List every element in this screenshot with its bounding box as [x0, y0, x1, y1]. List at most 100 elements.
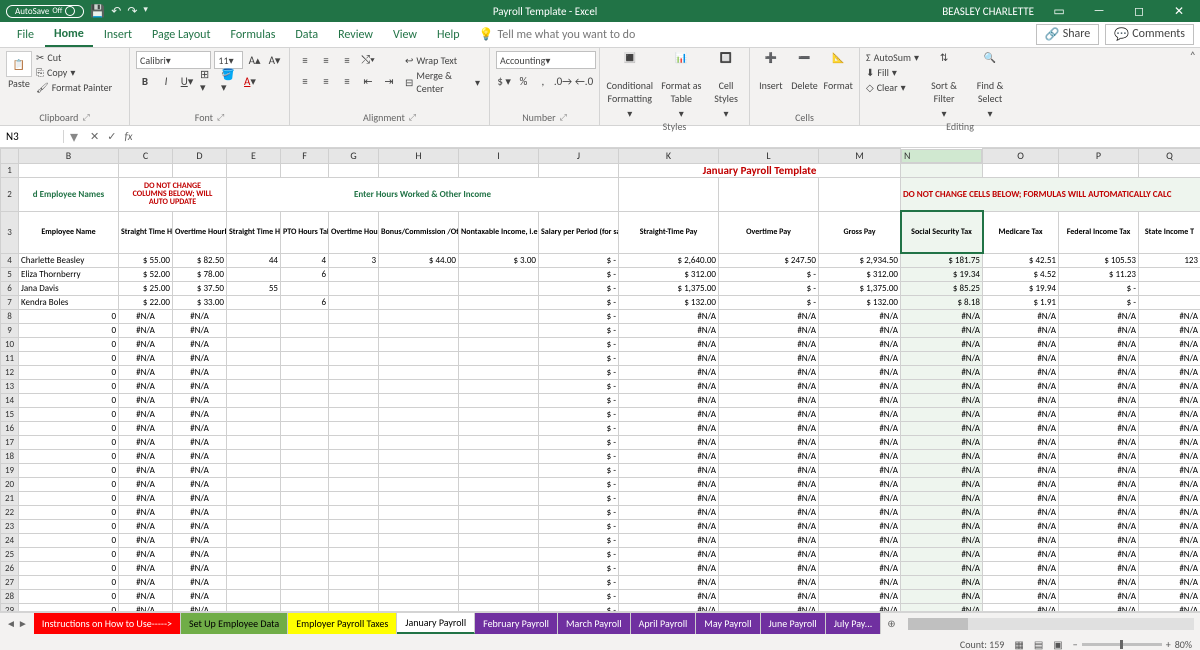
- user-name[interactable]: BEASLEY CHARLETTE: [942, 5, 1034, 18]
- sheet-nav-prev-icon[interactable]: ◄: [6, 617, 16, 630]
- align-bottom-icon[interactable]: ≡: [338, 51, 356, 69]
- conditional-formatting-button[interactable]: 🔳Conditional Formatting▾: [606, 51, 654, 120]
- sheet-tab-february[interactable]: February Payroll: [475, 613, 558, 634]
- sheet-tab-may[interactable]: May Payroll: [696, 613, 760, 634]
- sheet-tab-instructions[interactable]: Instructions on How to Use----->: [34, 613, 181, 634]
- spreadsheet-grid[interactable]: BCDE FGHI JKLM NOPQ 1 January Payroll Te…: [0, 148, 1200, 612]
- accounting-format-icon[interactable]: $ ▾: [496, 72, 512, 90]
- horizontal-scrollbar[interactable]: [908, 618, 1194, 630]
- tab-view[interactable]: View: [384, 24, 426, 46]
- font-name-select[interactable]: Calibri ▾: [136, 51, 211, 69]
- fill-icon: ⬇: [866, 66, 874, 79]
- maximize-icon[interactable]: ◻: [1124, 4, 1154, 19]
- sheet-tab-april[interactable]: April Payroll: [631, 613, 697, 634]
- autosum-button[interactable]: ΣAutoSum ▾: [866, 51, 919, 64]
- comma-format-icon[interactable]: ,: [535, 72, 551, 90]
- align-middle-icon[interactable]: ≡: [317, 51, 335, 69]
- font-color-button[interactable]: A▾: [241, 72, 259, 90]
- decrease-font-icon[interactable]: A▾: [266, 51, 283, 69]
- zoom-in-icon[interactable]: +: [1166, 638, 1171, 650]
- bold-button[interactable]: B: [136, 72, 154, 90]
- align-top-icon[interactable]: ≡: [296, 51, 314, 69]
- fx-icon[interactable]: fx: [124, 130, 132, 143]
- sheet-nav-next-icon[interactable]: ►: [18, 617, 28, 630]
- wrap-text-button[interactable]: ↩Wrap Text: [402, 51, 483, 69]
- close-icon[interactable]: ✕: [1164, 4, 1194, 19]
- align-right-icon[interactable]: ≡: [338, 72, 356, 90]
- zoom-slider[interactable]: [1082, 643, 1162, 646]
- collapse-ribbon-icon[interactable]: ˄: [1190, 50, 1196, 64]
- minimize-icon[interactable]: —: [1084, 4, 1114, 18]
- insert-cells-button[interactable]: ➕Insert: [756, 51, 786, 92]
- fill-button[interactable]: ⬇Fill ▾: [866, 66, 919, 79]
- delete-cells-button[interactable]: ➖Delete: [790, 51, 820, 92]
- orientation-icon[interactable]: ⤭▾: [359, 51, 377, 69]
- paste-button[interactable]: 📋 Paste: [6, 51, 32, 94]
- tab-home[interactable]: Home: [45, 23, 93, 47]
- number-dialog-icon[interactable]: ⤢: [560, 112, 567, 123]
- find-select-button[interactable]: 🔍Find & Select▾: [969, 51, 1011, 120]
- new-sheet-icon[interactable]: ⊕: [881, 617, 901, 630]
- format-as-table-button[interactable]: 📊Format as Table▾: [658, 51, 706, 120]
- number-format-select[interactable]: Accounting ▾: [496, 51, 596, 69]
- format-cells-button[interactable]: 📐Format: [823, 51, 853, 92]
- tab-formulas[interactable]: Formulas: [221, 24, 284, 46]
- sheet-tab-july[interactable]: July Pay...: [826, 613, 882, 634]
- comments-button[interactable]: 💬 Comments: [1105, 24, 1194, 45]
- tab-help[interactable]: Help: [428, 24, 469, 46]
- qat-more-icon[interactable]: ▾: [143, 4, 148, 19]
- tab-data[interactable]: Data: [286, 24, 327, 46]
- underline-button[interactable]: U ▾: [178, 72, 196, 90]
- view-normal-icon[interactable]: ▦: [1014, 638, 1023, 650]
- undo-icon[interactable]: ↶: [111, 4, 121, 19]
- increase-indent-icon[interactable]: ⇥: [380, 72, 398, 90]
- decrease-decimal-icon[interactable]: ←.0: [575, 72, 593, 90]
- view-page-break-icon[interactable]: ▣: [1053, 638, 1062, 650]
- tell-me-search[interactable]: 💡 Tell me what you want to do: [479, 27, 636, 42]
- sheet-tab-employer-taxes[interactable]: Employer Payroll Taxes: [288, 613, 397, 634]
- format-icon: 📐: [825, 51, 851, 77]
- font-size-select[interactable]: 11 ▾: [214, 51, 243, 69]
- tab-file[interactable]: File: [8, 24, 43, 46]
- align-left-icon[interactable]: ≡: [296, 72, 314, 90]
- fill-color-button[interactable]: 🪣▾: [220, 72, 238, 90]
- tab-insert[interactable]: Insert: [95, 24, 141, 46]
- tab-page-layout[interactable]: Page Layout: [143, 24, 219, 46]
- sheet-tab-june[interactable]: June Payroll: [761, 613, 826, 634]
- view-page-layout-icon[interactable]: ▤: [1034, 638, 1043, 650]
- title-bar: AutoSave Off 💾 ↶ ↷ ▾ Payroll Template - …: [0, 0, 1200, 22]
- zoom-out-icon[interactable]: −: [1073, 638, 1078, 650]
- italic-button[interactable]: I: [157, 72, 175, 90]
- select-all-corner[interactable]: [1, 149, 19, 164]
- decrease-indent-icon[interactable]: ⇤: [359, 72, 377, 90]
- cell-styles-button[interactable]: 🔲Cell Styles▾: [709, 51, 743, 120]
- share-button[interactable]: 🔗 Share: [1036, 24, 1100, 45]
- font-dialog-icon[interactable]: ⤢: [217, 112, 224, 123]
- format-painter-button[interactable]: 🖌Format Painter: [36, 81, 112, 94]
- clear-button[interactable]: ◇Clear ▾: [866, 81, 919, 94]
- align-center-icon[interactable]: ≡: [317, 72, 335, 90]
- cancel-formula-icon[interactable]: ✕: [90, 130, 99, 143]
- border-button[interactable]: ⊞ ▾: [199, 72, 217, 90]
- cut-button[interactable]: ✂Cut: [36, 51, 112, 64]
- alignment-dialog-icon[interactable]: ⤢: [409, 112, 416, 123]
- percent-format-icon[interactable]: %: [515, 72, 531, 90]
- redo-icon[interactable]: ↷: [127, 4, 137, 19]
- sheet-tab-march[interactable]: March Payroll: [558, 613, 631, 634]
- increase-font-icon[interactable]: A▴: [246, 51, 263, 69]
- enter-formula-icon[interactable]: ✓: [107, 130, 116, 143]
- sheet-tab-january[interactable]: January Payroll: [397, 613, 475, 634]
- increase-decimal-icon[interactable]: .0→: [554, 72, 572, 90]
- tab-review[interactable]: Review: [329, 24, 382, 46]
- zoom-level[interactable]: 80%: [1175, 638, 1192, 650]
- save-icon[interactable]: 💾: [90, 4, 105, 19]
- merge-center-button[interactable]: ⊟Merge & Center ▾: [402, 73, 483, 91]
- clipboard-dialog-icon[interactable]: ⤢: [82, 112, 89, 123]
- copy-button[interactable]: ⎘Copy ▾: [36, 66, 112, 79]
- ribbon-display-icon[interactable]: ▭: [1044, 4, 1074, 19]
- sheet-tab-setup[interactable]: Set Up Employee Data: [181, 613, 288, 634]
- autosave-toggle[interactable]: AutoSave Off: [6, 5, 84, 18]
- sort-filter-button[interactable]: ⇅Sort & Filter▾: [923, 51, 965, 120]
- name-box[interactable]: N3: [0, 130, 64, 143]
- column-headers[interactable]: BCDE FGHI JKLM NOPQ: [1, 149, 1200, 164]
